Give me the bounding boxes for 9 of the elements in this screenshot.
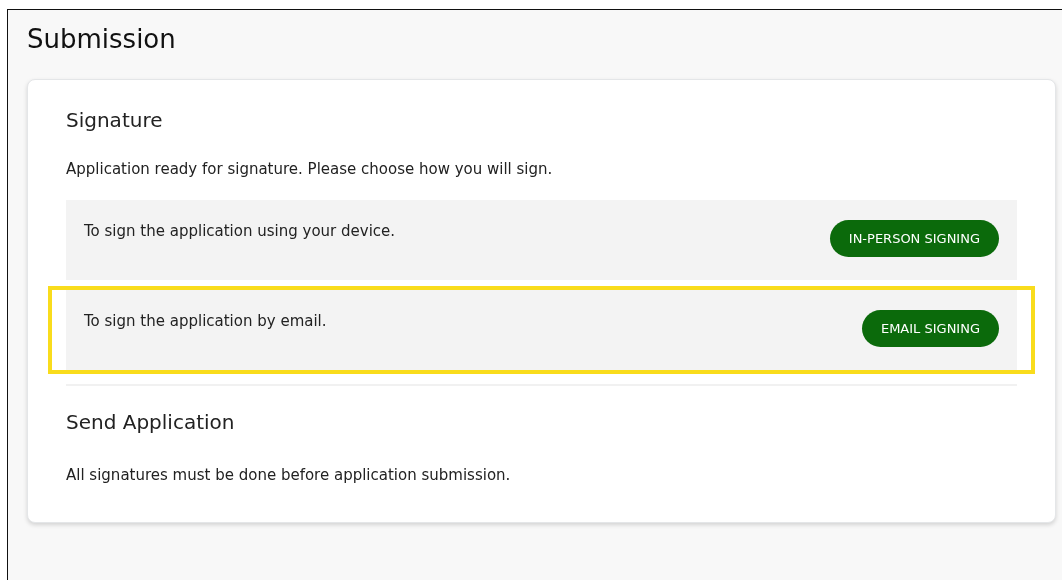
option-text: To sign the application by email. — [84, 312, 327, 330]
section-heading: Send Application — [66, 410, 236, 434]
section-heading: Signature — [66, 108, 164, 132]
page-title: Submission — [27, 23, 177, 56]
note-text: All signatures must be done before application submission. — [66, 466, 512, 484]
intro-text: Application ready for signature. Please choose how you will sign. — [66, 160, 554, 178]
signing-button[interactable]: EMAIL SIGNING — [861, 310, 999, 347]
option-text: To sign the application using your device. — [84, 222, 396, 240]
signing-button[interactable]: IN-PERSON SIGNING — [829, 220, 999, 257]
